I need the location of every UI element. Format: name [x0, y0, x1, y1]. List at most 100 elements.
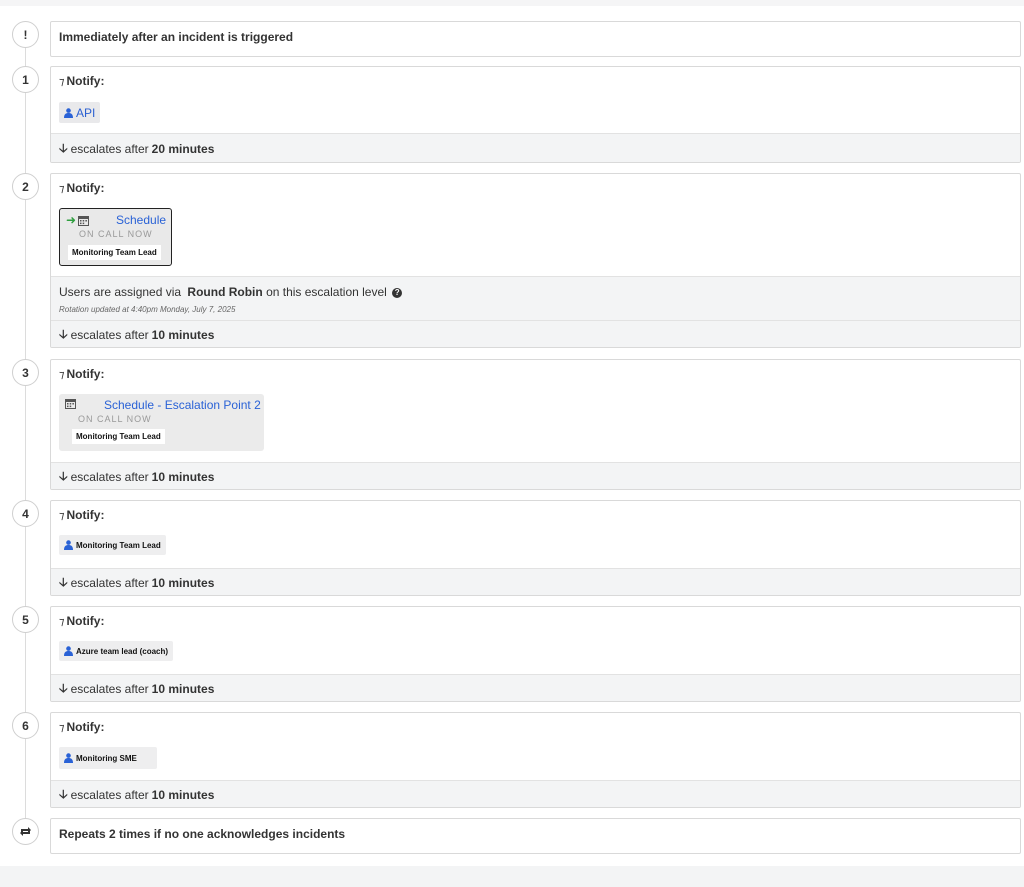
user-icon	[64, 646, 73, 656]
arrow-right-icon: ➜	[66, 213, 77, 227]
repeat-step-marker	[12, 818, 39, 845]
level-6-number: 6	[22, 718, 29, 733]
level-6-marker: 6	[12, 712, 39, 739]
arrow-down-icon: 🡣	[59, 786, 68, 801]
level-1-escalation: 🡣 escalates after 20 minutes	[51, 133, 1020, 162]
level-4-target[interactable]: Monitoring Team Lead	[59, 535, 166, 555]
repeat-text: Repeats 2 times if no one acknowledges i…	[59, 827, 346, 841]
level-3-marker: 3	[12, 359, 39, 386]
flag-icon: ⁊	[59, 615, 65, 628]
level-4-card: ⁊ Notify: Monitoring Team Lead 🡣 escalat…	[50, 500, 1021, 596]
round-robin-method: Round Robin	[187, 285, 263, 299]
trigger-symbol: !	[23, 27, 28, 42]
level-4-notify: ⁊ Notify:	[59, 508, 104, 522]
level-6-card: ⁊ Notify: Monitoring SME 🡣 escalates aft…	[50, 712, 1021, 808]
level-5-number: 5	[22, 612, 29, 627]
rotation-note: Rotation updated at 4:40pm Monday, July …	[59, 305, 236, 314]
notify-label: Notify:	[66, 720, 105, 734]
arrow-down-icon: 🡣	[59, 326, 68, 341]
level-3-schedule-link[interactable]: Schedule - Escalation Point 2	[104, 398, 261, 412]
level-5-escalation-time: 10 minutes	[151, 682, 215, 696]
escalates-label: escalates after	[70, 470, 149, 484]
level-1-target-label: API	[76, 105, 96, 120]
level-5-target[interactable]: Azure team lead (coach)	[59, 641, 174, 661]
level-4-target-label: Monitoring Team Lead	[76, 540, 161, 550]
flag-icon: ⁊	[59, 75, 65, 88]
level-5-target-label: Azure team lead (coach)	[76, 646, 169, 656]
trigger-step-marker: !	[12, 21, 39, 48]
level-5-marker: 5	[12, 606, 39, 633]
level-3-escalation: 🡣 escalates after 10 minutes	[51, 462, 1020, 489]
level-5-escalation: 🡣 escalates after 10 minutes	[51, 674, 1020, 701]
arrow-down-icon: 🡣	[59, 140, 68, 155]
notify-label: Notify:	[66, 367, 105, 381]
level-2-round-robin-panel: Users are assigned via Round Robin on th…	[51, 276, 1020, 322]
level-2-number: 2	[22, 179, 29, 194]
level-1-number: 1	[22, 72, 29, 87]
level-6-target-label: Monitoring SME	[76, 753, 137, 763]
level-5-notify: ⁊ Notify:	[59, 614, 104, 628]
trigger-card: Immediately after an incident is trigger…	[50, 21, 1021, 57]
escalates-label: escalates after	[70, 576, 149, 590]
level-1-escalation-time: 20 minutes	[151, 142, 215, 156]
round-robin-text: Users are assigned via Round Robin on th…	[59, 285, 403, 299]
user-icon	[64, 753, 73, 763]
level-3-escalation-time: 10 minutes	[151, 470, 215, 484]
escalates-label: escalates after	[70, 682, 149, 696]
repeat-icon	[20, 827, 31, 836]
arrow-down-icon: 🡣	[59, 574, 68, 589]
level-6-escalation-time: 10 minutes	[151, 788, 215, 802]
flag-icon: ⁊	[59, 509, 65, 522]
level-4-marker: 4	[12, 500, 39, 527]
question-circle-icon[interactable]: ?	[392, 287, 403, 298]
user-icon	[64, 540, 73, 550]
notify-label: Notify:	[66, 508, 105, 522]
flag-icon: ⁊	[59, 182, 65, 195]
user-icon	[64, 107, 73, 118]
level-3-on-call-member[interactable]: Monitoring Team Lead	[72, 429, 165, 444]
arrow-down-icon: 🡣	[59, 680, 68, 695]
level-2-notify: ⁊ Notify:	[59, 181, 104, 195]
level-2-on-call-label: ON CALL NOW	[79, 229, 153, 239]
level-2-escalation: 🡣 escalates after 10 minutes	[51, 320, 1020, 347]
escalates-label: escalates after	[70, 788, 149, 802]
repeat-card: Repeats 2 times if no one acknowledges i…	[50, 818, 1021, 854]
level-2-on-call-member[interactable]: Monitoring Team Lead	[68, 245, 161, 260]
bottom-band	[0, 866, 1024, 887]
level-4-number: 4	[22, 506, 29, 521]
level-1-marker: 1	[12, 66, 39, 93]
notify-label: Notify:	[66, 181, 105, 195]
level-3-schedule-card[interactable]: Schedule - Escalation Point 2 ON CALL NO…	[59, 394, 264, 451]
level-2-card: ⁊ Notify: ➜ Schedule ON CALL NOW Monitor…	[50, 173, 1021, 348]
escalates-label: escalates after	[70, 142, 149, 156]
calendar-icon	[65, 399, 76, 409]
level-2-marker: 2	[12, 173, 39, 200]
level-2-escalation-time: 10 minutes	[151, 328, 215, 342]
level-4-escalation: 🡣 escalates after 10 minutes	[51, 568, 1020, 595]
level-4-escalation-time: 10 minutes	[151, 576, 215, 590]
notify-label: Notify:	[66, 614, 105, 628]
level-2-schedule-card[interactable]: ➜ Schedule ON CALL NOW Monitoring Team L…	[59, 208, 172, 266]
level-5-card: ⁊ Notify: Azure team lead (coach) 🡣 esca…	[50, 606, 1021, 702]
round-robin-prefix: Users are assigned via	[59, 285, 182, 299]
level-6-notify: ⁊ Notify:	[59, 720, 104, 734]
level-6-target[interactable]: Monitoring SME	[59, 747, 157, 769]
flag-icon: ⁊	[59, 368, 65, 381]
level-6-escalation: 🡣 escalates after 10 minutes	[51, 780, 1020, 807]
level-1-notify: ⁊ Notify:	[59, 74, 104, 88]
escalates-label: escalates after	[70, 328, 149, 342]
notify-label: Notify:	[66, 74, 105, 88]
level-2-schedule-link[interactable]: Schedule	[116, 213, 166, 227]
level-3-notify: ⁊ Notify:	[59, 367, 104, 381]
arrow-down-icon: 🡣	[59, 468, 68, 483]
level-3-card: ⁊ Notify: Schedule - Escalation Point 2 …	[50, 359, 1021, 490]
level-3-on-call-label: ON CALL NOW	[78, 414, 152, 424]
flag-icon: ⁊	[59, 721, 65, 734]
trigger-text: Immediately after an incident is trigger…	[59, 30, 294, 44]
level-1-card: ⁊ Notify: API 🡣 escalates after 20 minut…	[50, 66, 1021, 163]
top-band	[0, 0, 1024, 6]
level-3-number: 3	[22, 365, 29, 380]
round-robin-suffix: on this escalation level	[266, 285, 387, 299]
calendar-icon	[78, 215, 90, 226]
level-1-target[interactable]: API	[59, 102, 101, 123]
